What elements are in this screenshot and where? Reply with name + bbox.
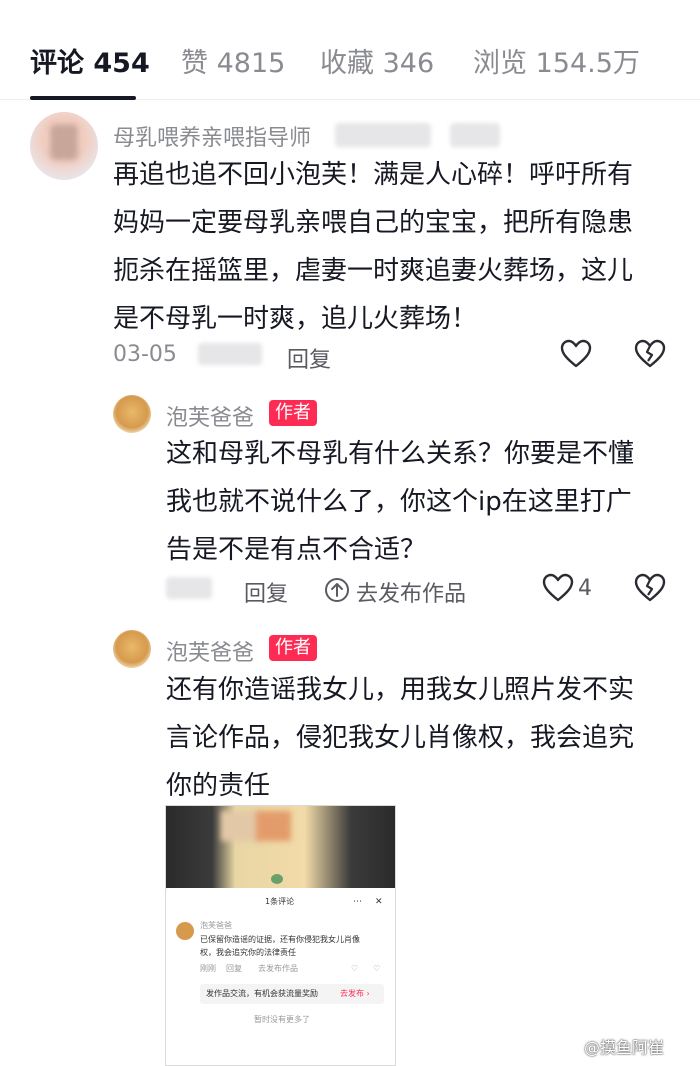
screenshot-heart-icon: ♡ <box>351 964 359 973</box>
like-count: 4 <box>578 576 592 601</box>
avatar[interactable] <box>113 395 151 433</box>
upload-icon[interactable] <box>324 577 350 603</box>
screenshot-banner-text: 发作品交流，有机会获流量奖励 <box>206 989 318 998</box>
reply-button[interactable]: 回复 <box>287 342 331 374</box>
broken-heart-icon[interactable] <box>634 339 666 369</box>
reply-button[interactable]: 回复 <box>244 576 288 608</box>
author-badge: 作者 <box>269 400 317 426</box>
screenshot-footer: 暂时没有更多了 <box>254 1015 310 1024</box>
tab-views[interactable]: 浏览 154.5万 <box>473 44 640 84</box>
screenshot-date: 刚刚 <box>200 964 216 973</box>
redacted-date <box>166 577 212 599</box>
redacted-info <box>450 123 500 147</box>
screenshot-username: 泡芙爸爸 <box>200 921 232 930</box>
reply-username[interactable]: 泡芙爸爸 <box>166 635 254 667</box>
screenshot-close-icon: ✕ <box>375 897 383 907</box>
avatar[interactable] <box>113 630 151 668</box>
screenshot-text: 已保留你造谣的证据，还有你侵犯我女儿肖像 <box>200 935 360 944</box>
tab-favorites[interactable]: 收藏 346 <box>320 44 434 84</box>
comment-date: 03-05 <box>113 342 177 367</box>
heart-outline-icon[interactable] <box>560 339 592 369</box>
screenshot-header: 1条评论 <box>265 897 295 906</box>
reply-text: 这和母乳不母乳有什么关系？你要是不懂 我也就不说什么了，你这个ip在这里打广 告… <box>166 439 635 565</box>
screenshot-more-icon: ⋯ <box>353 897 362 907</box>
screenshot-photo <box>166 806 395 888</box>
reply-text: 还有你造谣我女儿，用我女儿照片发不实 言论作品，侵犯我女儿肖像权，我会追究 你的… <box>166 675 635 801</box>
comment-username[interactable]: 母乳喂养亲喂指导师 <box>113 120 311 152</box>
screenshot-text: 权，我会追究你的法律责任 <box>200 948 296 957</box>
comment-tabs: 评论 454 赞 4815 收藏 346 浏览 154.5万 <box>0 0 700 100</box>
broken-heart-icon[interactable] <box>634 573 666 603</box>
redacted-info <box>335 123 431 147</box>
screenshot-avatar <box>176 922 194 940</box>
watermark: @摸鱼阿崔 <box>584 1038 665 1057</box>
author-badge: 作者 <box>269 635 317 661</box>
screenshot-banner-action: 去发布 › <box>340 989 370 998</box>
publish-work-button[interactable]: 去发布作品 <box>356 576 466 608</box>
screenshot-broken-heart-icon: ♡ <box>373 964 381 973</box>
redacted-location <box>198 343 262 365</box>
attached-screenshot[interactable]: 1条评论 ⋯ ✕ 泡芙爸爸 已保留你造谣的证据，还有你侵犯我女儿肖像 权，我会追… <box>165 805 396 1066</box>
active-tab-indicator <box>30 96 136 100</box>
screenshot-comment-panel: 1条评论 ⋯ ✕ 泡芙爸爸 已保留你造谣的证据，还有你侵犯我女儿肖像 权，我会追… <box>166 888 395 1065</box>
tab-likes[interactable]: 赞 4815 <box>181 44 285 84</box>
screenshot-reply: 回复 <box>226 964 242 973</box>
tab-comments[interactable]: 评论 454 <box>30 44 150 84</box>
comment-text: 再追也追不回小泡芙！满是人心碎！呼吁所有 妈妈一定要母乳亲喂自己的宝宝，把所有隐… <box>113 160 634 334</box>
heart-outline-icon[interactable] <box>542 573 574 603</box>
screenshot-banner: 发作品交流，有机会获流量奖励 去发布 › <box>200 984 384 1004</box>
screenshot-publish: 去发布作品 <box>258 964 298 973</box>
avatar[interactable] <box>30 112 98 180</box>
reply-username[interactable]: 泡芙爸爸 <box>166 400 254 432</box>
